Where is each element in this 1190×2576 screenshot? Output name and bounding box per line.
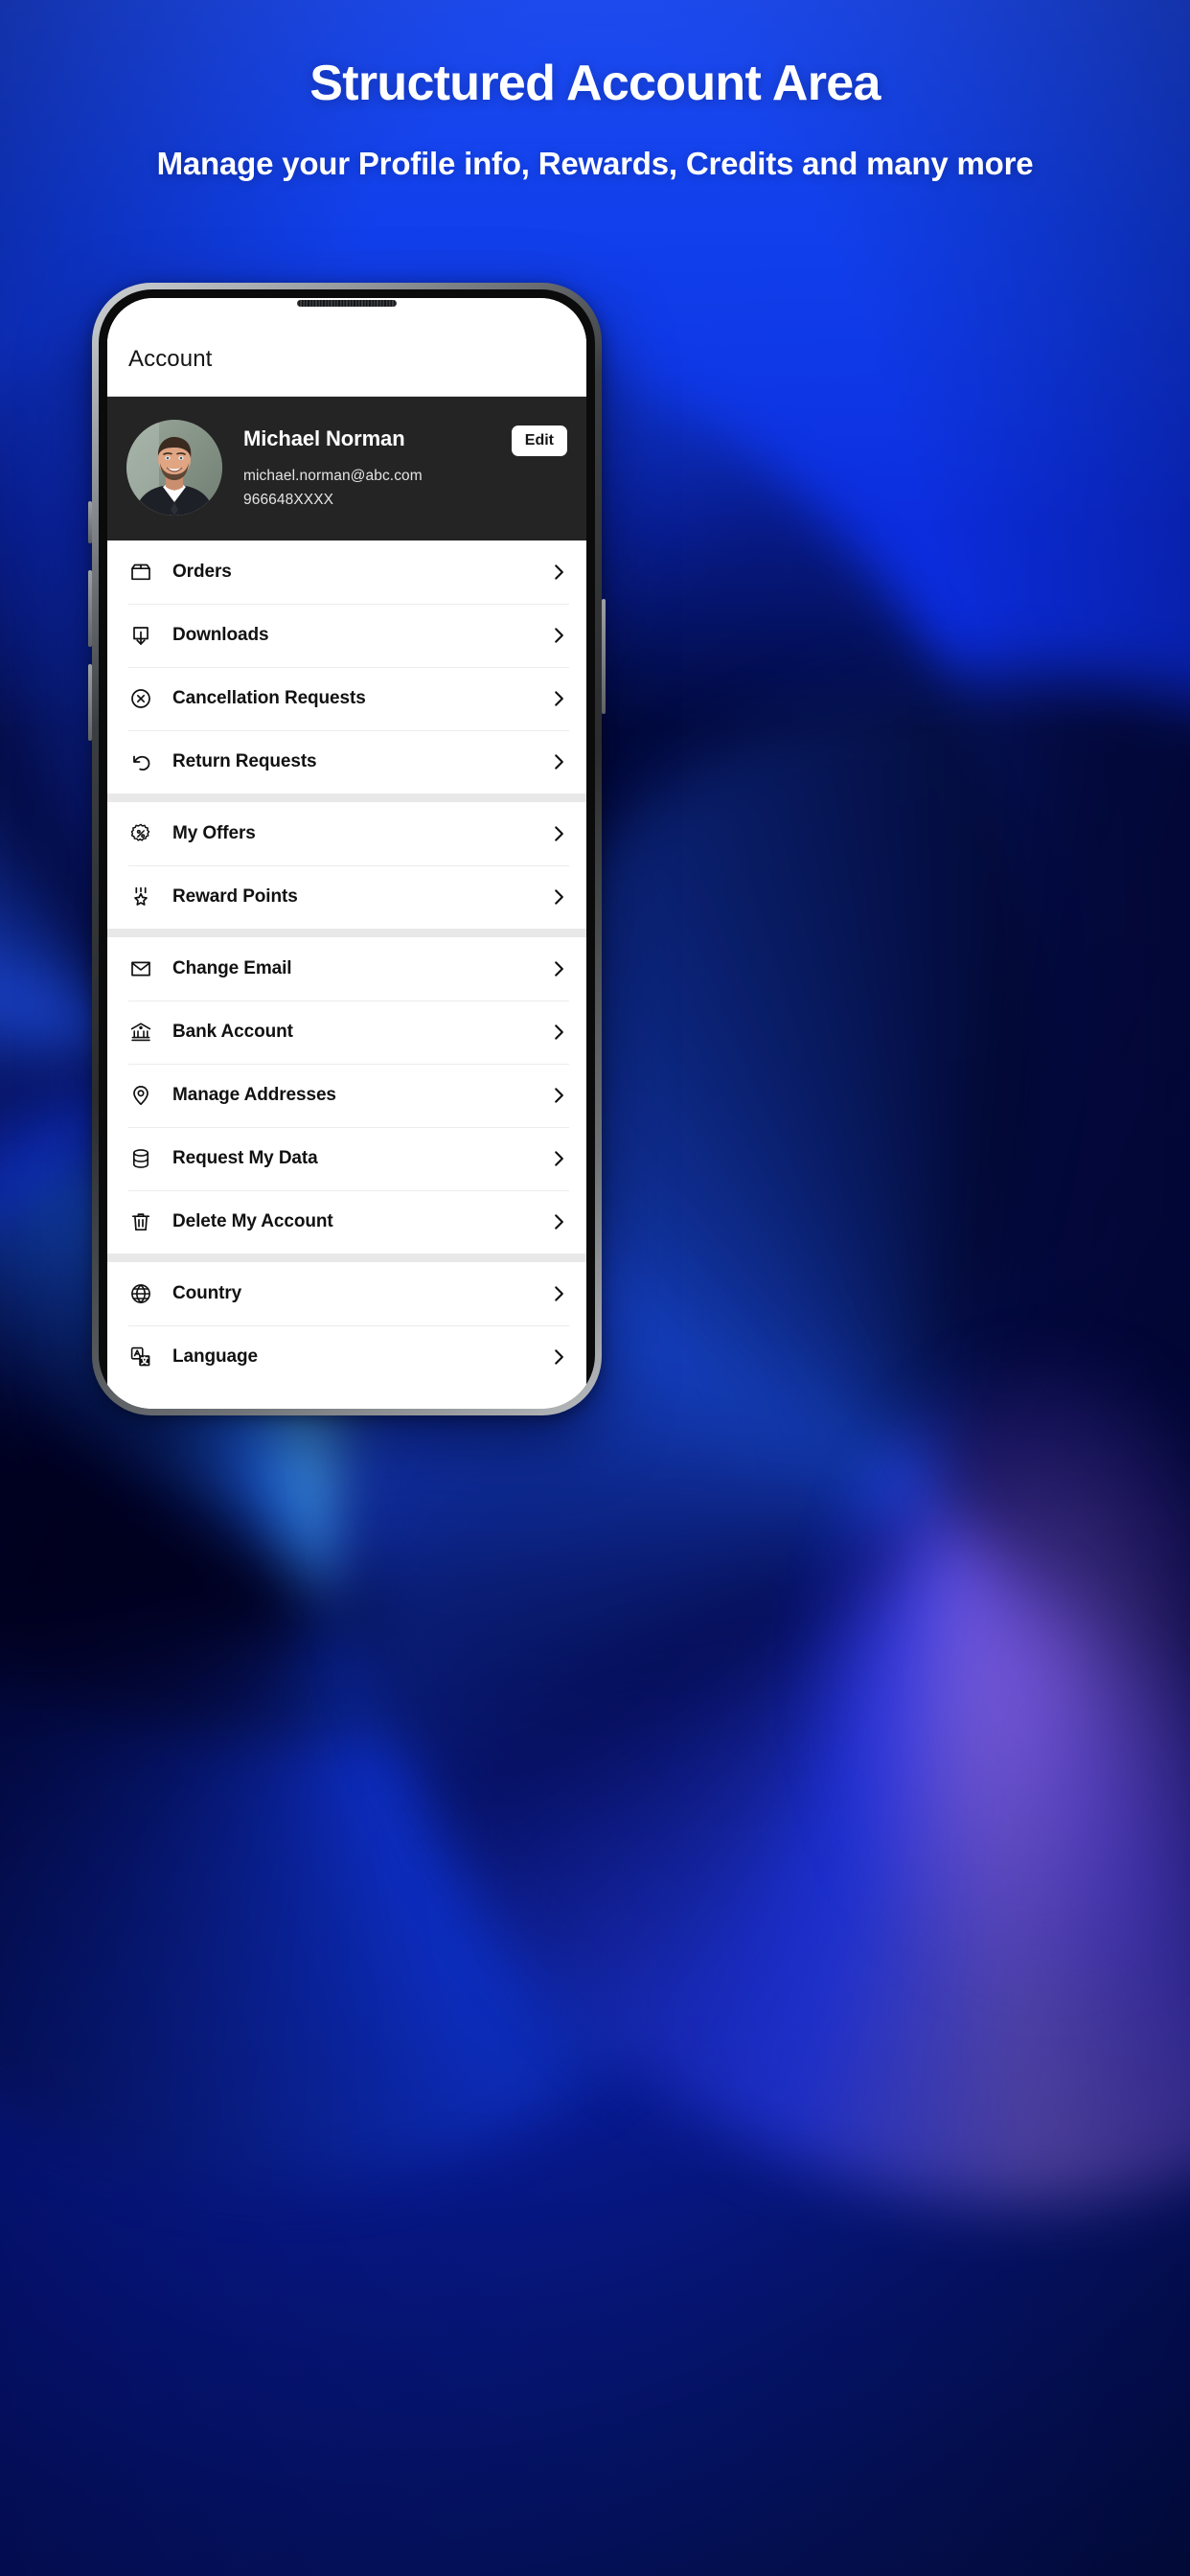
menu-item-orders[interactable]: Orders: [107, 540, 586, 604]
menu-item-cancellation-requests[interactable]: Cancellation Requests: [107, 667, 586, 730]
promo-screenshot: Structured Account Area Manage your Prof…: [0, 0, 1190, 2576]
menu-item-delete-my-account[interactable]: Delete My Account: [107, 1190, 586, 1254]
menu-item-label: Reward Points: [172, 886, 298, 907]
download-icon: [128, 623, 153, 648]
phone-screen: Account Michael Norman michael.norman@ab…: [107, 298, 586, 1409]
chevron-right-icon: [548, 958, 569, 979]
menu-group: Orders Downloads Cancellation Requests Retu…: [107, 540, 586, 794]
menu-group: Change Email Bank Account Manage Addresses…: [107, 929, 586, 1254]
menu-item-manage-addresses[interactable]: Manage Addresses: [107, 1064, 586, 1127]
trash-icon: [128, 1209, 153, 1234]
app-bar: Account: [107, 323, 586, 396]
discount-badge-icon: [128, 821, 153, 846]
menu-item-label: Country: [172, 1283, 242, 1303]
account-screen: Account Michael Norman michael.norman@ab…: [107, 298, 586, 1409]
circle-x-icon: [128, 686, 153, 711]
menu-item-label: Downloads: [172, 625, 269, 645]
chevron-right-icon: [548, 1148, 569, 1169]
menu-item-label: Orders: [172, 562, 232, 582]
chevron-right-icon: [548, 1283, 569, 1304]
menu-item-label: Request My Data: [172, 1148, 318, 1168]
translate-icon: [128, 1345, 153, 1369]
phone-button-volume-down: [88, 664, 92, 741]
profile-name: Michael Norman: [243, 426, 405, 450]
menu-item-language[interactable]: Language: [107, 1325, 586, 1389]
avatar: [126, 420, 222, 516]
menu-item-label: Cancellation Requests: [172, 688, 366, 708]
account-menu: Orders Downloads Cancellation Requests Retu…: [107, 540, 586, 1409]
medal-star-icon: [128, 885, 153, 909]
envelope-icon: [128, 956, 153, 981]
menu-item-downloads[interactable]: Downloads: [107, 604, 586, 667]
phone-button-power: [602, 599, 606, 714]
menu-item-label: Language: [172, 1346, 258, 1367]
promo-title: Structured Account Area: [309, 56, 881, 111]
phone-mockup: Account Michael Norman michael.norman@ab…: [88, 283, 606, 1415]
promo-copy: Structured Account Area Manage your Prof…: [0, 56, 1190, 187]
edit-profile-button[interactable]: Edit: [511, 426, 567, 456]
chevron-right-icon: [548, 562, 569, 583]
chevron-right-icon: [548, 751, 569, 772]
phone-button-volume-up: [88, 570, 92, 647]
chevron-right-icon: [548, 886, 569, 908]
menu-item-label: Delete My Account: [172, 1211, 333, 1231]
promo-subtitle: Manage your Profile info, Rewards, Credi…: [156, 145, 1034, 181]
chevron-right-icon: [548, 625, 569, 646]
package-icon: [128, 560, 153, 585]
menu-item-request-my-data[interactable]: Request My Data: [107, 1127, 586, 1190]
chevron-right-icon: [548, 1085, 569, 1106]
chevron-right-icon: [548, 1022, 569, 1043]
menu-item-my-offers[interactable]: My Offers: [107, 802, 586, 865]
chevron-right-icon: [548, 688, 569, 709]
chevron-right-icon: [548, 1211, 569, 1232]
phone-button-silent: [88, 501, 92, 543]
chevron-right-icon: [548, 823, 569, 844]
profile-phone: 966648XXXX: [243, 492, 334, 508]
chevron-right-icon: [548, 1346, 569, 1368]
globe-icon: [128, 1281, 153, 1306]
map-pin-icon: [128, 1083, 153, 1108]
menu-item-change-email[interactable]: Change Email: [107, 937, 586, 1000]
menu-item-label: My Offers: [172, 823, 256, 843]
profile-email: michael.norman@abc.com: [243, 468, 423, 484]
menu-group: Country Language: [107, 1254, 586, 1389]
menu-item-reward-points[interactable]: Reward Points: [107, 865, 586, 929]
bank-icon: [128, 1020, 153, 1045]
undo-arrow-icon: [128, 749, 153, 774]
phone-bezel: Account Michael Norman michael.norman@ab…: [99, 289, 595, 1409]
menu-group: My Offers Reward Points: [107, 794, 586, 929]
phone-speaker-grille: [297, 300, 397, 307]
menu-item-label: Change Email: [172, 958, 292, 978]
database-icon: [128, 1146, 153, 1171]
menu-item-country[interactable]: Country: [107, 1262, 586, 1325]
menu-item-label: Bank Account: [172, 1022, 293, 1042]
menu-item-bank-account[interactable]: Bank Account: [107, 1000, 586, 1064]
menu-item-label: Return Requests: [172, 751, 317, 771]
menu-item-label: Manage Addresses: [172, 1085, 336, 1105]
profile-card: Michael Norman michael.norman@abc.com 96…: [107, 396, 586, 540]
page-title: Account: [128, 346, 213, 372]
menu-item-return-requests[interactable]: Return Requests: [107, 730, 586, 794]
profile-info: Michael Norman michael.norman@abc.com 96…: [222, 426, 512, 509]
